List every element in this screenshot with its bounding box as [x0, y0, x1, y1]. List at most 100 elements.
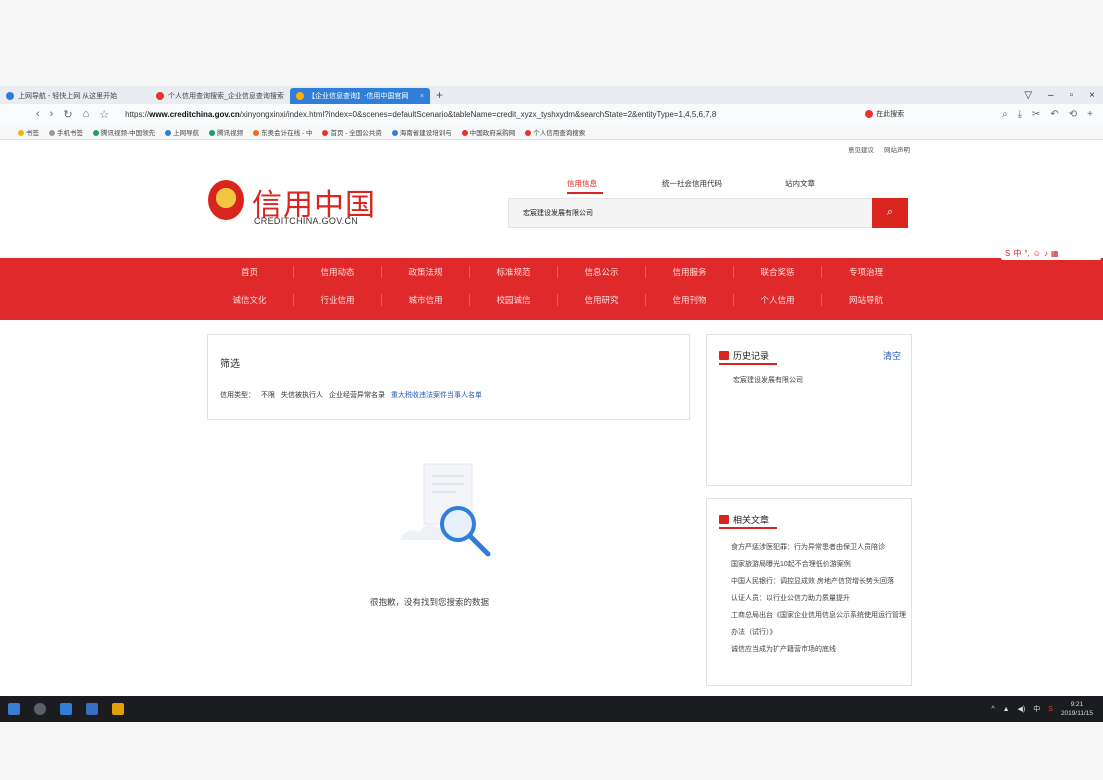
bookmark-item[interactable]: 首页 - 全国公共资: [322, 127, 382, 137]
filter-option-active[interactable]: 重大税收违法案件当事人名单: [391, 390, 482, 400]
bookmark-item[interactable]: 中国政府采购网: [461, 127, 515, 137]
bookmark-item[interactable]: 上网导航: [165, 127, 199, 137]
bookmark-item[interactable]: 东奥会计在线 - 中: [253, 127, 312, 137]
nav-item[interactable]: 网站导航: [822, 294, 910, 306]
app-icon[interactable]: [86, 703, 98, 715]
cut-icon[interactable]: ✂: [1032, 109, 1040, 120]
clock-time: 9:21: [1070, 701, 1084, 708]
nav-item[interactable]: 行业信用: [294, 294, 382, 306]
volume-icon[interactable]: ◀): [1018, 705, 1026, 713]
history-icon: [719, 351, 729, 360]
url-field[interactable]: https://www.creditchina.gov.cn/xinyongxi…: [125, 110, 865, 119]
forward-icon[interactable]: ›: [50, 108, 54, 120]
history-item[interactable]: 宏宸建设发展有限公司: [733, 375, 803, 385]
url-path: /xinyongxinxi/index.html?index=0&scenes=…: [239, 109, 717, 119]
article-link[interactable]: 中国人民银行：调控显成效 房地产信贷增长势头回落: [731, 573, 907, 590]
browser-tab-2[interactable]: 个人信用查询搜索_企业信息查询搜索: [150, 88, 290, 104]
header-underline: [719, 527, 777, 529]
nav-item[interactable]: 城市信用: [382, 294, 470, 306]
clear-history-button[interactable]: 清空: [883, 349, 901, 362]
reload-icon[interactable]: ↻: [63, 108, 72, 121]
star-icon[interactable]: ☆: [99, 108, 109, 121]
article-link[interactable]: 食方严惩涉医犯罪：行为异常患者由保卫人员陪诊: [731, 539, 907, 556]
nav-item[interactable]: 信用刊物: [646, 294, 734, 306]
back-icon[interactable]: ‹: [36, 108, 40, 120]
sogou-tray-icon[interactable]: S: [1048, 706, 1053, 713]
nav-item[interactable]: 信息公示: [558, 266, 646, 278]
search-tab-credit-code[interactable]: 统一社会信用代码: [662, 178, 722, 189]
scan-margin-top: [0, 0, 1103, 88]
bookmark-item[interactable]: 海南省建设培训与: [391, 127, 452, 137]
clock[interactable]: 9:21 2019/11/15: [1061, 700, 1093, 718]
tab-label: 【企业信息查询】-信用中国官网: [308, 93, 409, 100]
article-link[interactable]: 国家旅游局曝光10起不合理低价游案例: [731, 556, 907, 573]
feedback-link[interactable]: 意见建议: [848, 144, 874, 154]
close-tab-icon[interactable]: ×: [420, 93, 424, 100]
new-tab-button[interactable]: +: [436, 88, 443, 102]
minimize-icon[interactable]: –: [1048, 90, 1054, 101]
article-link[interactable]: 诚信应当成为扩产籍营市场的底线: [731, 641, 907, 658]
browser-tab-bar: 上网导航 - 轻快上网 从这里开始 个人信用查询搜索_企业信息查询搜索 【企业信…: [0, 86, 1103, 104]
tray-expand-icon[interactable]: ^: [991, 706, 994, 713]
history-icon[interactable]: ⟲: [1069, 109, 1077, 120]
undo-icon[interactable]: ↶: [1050, 109, 1058, 120]
window-controls: ▽ – ▫ ×: [1024, 90, 1095, 101]
nav-item[interactable]: 信用研究: [558, 294, 646, 306]
browser-search-box[interactable]: 在此搜索: [865, 109, 904, 119]
nav-item[interactable]: 校园诚信: [470, 294, 558, 306]
nav-item[interactable]: 联合奖惩: [734, 266, 822, 278]
history-title: 历史记录: [733, 351, 770, 361]
search-circle-icon[interactable]: [34, 703, 46, 715]
search-icon[interactable]: ⌕: [1002, 109, 1008, 120]
bookmark-item[interactable]: 腾讯视频: [209, 127, 243, 137]
browser-tab-1[interactable]: 上网导航 - 轻快上网 从这里开始: [0, 88, 150, 104]
credit-type-filter: 信用类型： 不限 失信被执行人 企业经营异常名录 重大税收违法案件当事人名单: [220, 390, 482, 400]
network-icon[interactable]: ▲: [1003, 706, 1010, 713]
menu-icon[interactable]: ▽: [1024, 90, 1032, 101]
statement-link[interactable]: 网站声明: [884, 144, 910, 154]
ime-voice-icon: ♪: [1043, 248, 1048, 258]
nav-item[interactable]: 诚信文化: [206, 294, 294, 306]
home-icon[interactable]: ⌂: [83, 108, 90, 120]
article-link[interactable]: 工商总局出台《国家企业信用信息公示系统使用运行管理办法（试行）》: [731, 607, 907, 641]
start-icon[interactable]: [8, 703, 20, 715]
close-icon[interactable]: ×: [1089, 90, 1095, 101]
articles-header: 相关文章: [719, 513, 769, 526]
browser-tab-active[interactable]: 【企业信息查询】-信用中国官网 ×: [290, 88, 430, 104]
filter-option[interactable]: 失信被执行人: [281, 390, 323, 400]
nav-item[interactable]: 首页: [206, 266, 294, 278]
nav-item[interactable]: 个人信用: [734, 294, 822, 306]
nav-item[interactable]: 信用服务: [646, 266, 734, 278]
more-icon[interactable]: +: [1087, 109, 1093, 120]
scan-margin-bottom: [0, 722, 1103, 780]
browser-icon[interactable]: [60, 703, 72, 715]
download-icon[interactable]: ⤓: [1018, 109, 1022, 120]
search-input[interactable]: 宏宸建设发展有限公司: [508, 198, 874, 228]
tab-label: 上网导航 - 轻快上网 从这里开始: [18, 93, 118, 100]
related-articles-panel: 相关文章 食方严惩涉医犯罪：行为异常患者由保卫人员陪诊 国家旅游局曝光10起不合…: [706, 498, 912, 686]
url-scheme: https://: [125, 109, 150, 119]
input-method-toolbar[interactable]: S 中 °, ☺ ♪ ▦: [1001, 246, 1101, 260]
clock-date: 2019/11/15: [1060, 710, 1093, 717]
nav-item[interactable]: 标准规范: [470, 266, 558, 278]
search-tab-credit-info[interactable]: 信用信息: [567, 178, 597, 189]
filter-option[interactable]: 企业经营异常名录: [329, 390, 385, 400]
ime-icon[interactable]: 中: [1033, 704, 1040, 714]
folder-icon[interactable]: [112, 703, 124, 715]
nav-item[interactable]: 信用动态: [294, 266, 382, 278]
article-link[interactable]: 认证人员：以行业公信力助力质量提升: [731, 590, 907, 607]
main-navigation: 首页 信用动态 政策法规 标准规范 信息公示 信用服务 联合奖惩 专项治理 诚信…: [0, 258, 1103, 320]
bookmark-item[interactable]: 个人信用查询搜索: [525, 127, 585, 137]
articles-title: 相关文章: [733, 515, 770, 525]
bookmark-item[interactable]: 书签: [18, 127, 39, 137]
restore-icon[interactable]: ▫: [1070, 90, 1074, 101]
search-button[interactable]: ⌕: [872, 198, 908, 228]
system-tray: ^ ▲ ◀) 中 S 9:21 2019/11/15: [991, 700, 1093, 718]
search-tab-articles[interactable]: 站内文章: [785, 178, 815, 189]
nav-item[interactable]: 政策法规: [382, 266, 470, 278]
nav-item[interactable]: 专项治理: [822, 266, 910, 278]
ime-keyboard-icon: ▦: [1050, 248, 1059, 258]
bookmark-item[interactable]: 腾讯视频-中国领先: [93, 127, 155, 137]
filter-option[interactable]: 不限: [261, 390, 275, 400]
bookmark-item[interactable]: 手机书签: [49, 127, 83, 137]
